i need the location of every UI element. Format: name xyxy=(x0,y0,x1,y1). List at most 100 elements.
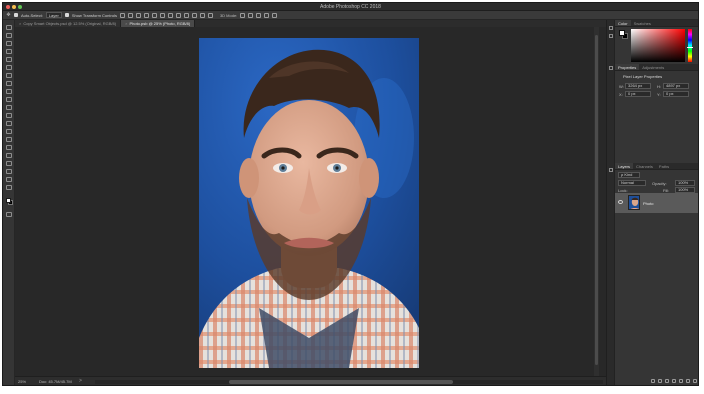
gradient-tool-icon[interactable] xyxy=(6,121,12,126)
horizontal-scroll-thumb[interactable] xyxy=(229,380,453,384)
distribute-left-icon[interactable] xyxy=(191,12,197,18)
move-tool-icon[interactable]: ✥ xyxy=(6,12,11,18)
align-right-icon[interactable] xyxy=(159,12,165,18)
auto-select-checkbox[interactable] xyxy=(14,13,18,17)
opacity-field[interactable]: 100% xyxy=(675,180,695,186)
width-field[interactable]: 3264 px xyxy=(625,83,651,89)
tab-paths[interactable]: Paths xyxy=(656,163,672,169)
layer-filter-row: ρ Kind xyxy=(618,172,698,178)
vertical-scrollbar[interactable] xyxy=(594,27,599,376)
status-menu-arrow[interactable]: > xyxy=(79,378,82,384)
rectangle-tool-icon[interactable] xyxy=(6,169,12,174)
move-tool-icon[interactable] xyxy=(6,25,12,30)
tab-color[interactable]: Color xyxy=(615,20,631,26)
pen-tool-icon[interactable] xyxy=(6,145,12,150)
thumbnail-image xyxy=(629,196,639,209)
blend-mode-dropdown[interactable]: Normal xyxy=(618,180,646,186)
new-group-icon[interactable] xyxy=(679,378,683,383)
align-bottom-icon[interactable] xyxy=(135,12,141,18)
lasso-tool-icon[interactable] xyxy=(6,41,12,46)
align-left-icon[interactable] xyxy=(143,12,149,18)
panel-foreground-color-swatch[interactable] xyxy=(619,30,625,36)
distribute-center-icon[interactable] xyxy=(175,12,181,18)
vertical-scroll-thumb[interactable] xyxy=(595,35,598,365)
collapsed-panel-strip xyxy=(606,20,614,385)
trash-icon[interactable] xyxy=(693,378,697,383)
dodge-tool-icon[interactable] xyxy=(6,137,12,142)
tab-layers[interactable]: Layers xyxy=(615,163,634,169)
brush-settings-icon[interactable] xyxy=(609,34,613,38)
close-icon[interactable]: × xyxy=(125,20,127,27)
history-panel-icon[interactable] xyxy=(609,26,613,30)
align-vertical-center-icon[interactable] xyxy=(127,12,133,18)
hand-tool-icon[interactable] xyxy=(6,177,12,182)
clone-stamp-tool-icon[interactable] xyxy=(6,97,12,102)
properties-panel-tabs: Properties Adjustments xyxy=(615,64,698,71)
color-panel-tabs: Color Swatches xyxy=(615,20,698,27)
window-title: Adobe Photoshop CC 2018 xyxy=(320,4,381,10)
auto-select-dropdown[interactable]: Layer xyxy=(45,12,62,18)
tab-photo[interactable]: × Photo.psb @ 25% (Photo, RGB/8) xyxy=(121,20,196,27)
hue-slider-handle[interactable] xyxy=(687,47,693,48)
portrait-photo[interactable] xyxy=(199,38,419,368)
layer-row-photo[interactable]: Photo xyxy=(615,193,698,213)
add-mask-icon[interactable] xyxy=(665,378,669,383)
path-selection-tool-icon[interactable] xyxy=(6,161,12,166)
quick-select-tool-icon[interactable] xyxy=(6,49,12,54)
show-transform-label: Show Transform Controls xyxy=(71,12,117,18)
distribute-hcenter-icon[interactable] xyxy=(199,12,205,18)
tab-adjustments[interactable]: Adjustments xyxy=(639,64,667,70)
adjustment-layer-icon[interactable] xyxy=(672,378,676,383)
marquee-tool-icon[interactable] xyxy=(6,33,12,38)
height-field[interactable]: 4897 px xyxy=(663,83,689,89)
align-horizontal-center-icon[interactable] xyxy=(151,12,157,18)
quick-mask-icon[interactable] xyxy=(6,212,12,217)
foreground-color-swatch[interactable] xyxy=(6,198,11,203)
horizontal-scrollbar[interactable] xyxy=(95,380,603,384)
hue-slider[interactable] xyxy=(688,29,692,62)
x-field[interactable]: 0 px xyxy=(625,91,651,97)
distribute-bottom-icon[interactable] xyxy=(183,12,189,18)
color-picker-field[interactable] xyxy=(631,29,685,62)
tab-properties[interactable]: Properties xyxy=(615,64,640,70)
3d-pan-icon[interactable] xyxy=(256,12,262,18)
tab-swatches[interactable]: Swatches xyxy=(631,20,654,26)
3d-scale-icon[interactable] xyxy=(272,12,278,18)
distribute-right-icon[interactable] xyxy=(207,12,213,18)
zoom-level[interactable]: 25% xyxy=(18,379,26,384)
layer-kind-filter[interactable]: ρ Kind xyxy=(618,172,640,178)
distribute-top-icon[interactable] xyxy=(167,12,173,18)
close-icon[interactable]: × xyxy=(19,20,21,27)
layer-name: Photo xyxy=(643,201,654,206)
frame-tool-icon[interactable] xyxy=(6,65,12,70)
photoshop-window: Adobe Photoshop CC 2018 ✥ Auto-Select: L… xyxy=(2,2,699,386)
healing-brush-tool-icon[interactable] xyxy=(6,81,12,86)
y-field[interactable]: 0 px xyxy=(663,91,689,97)
layers-footer xyxy=(615,376,698,385)
crop-tool-icon[interactable] xyxy=(6,57,12,62)
title-bar: Adobe Photoshop CC 2018 xyxy=(3,3,698,11)
3d-roll-icon[interactable] xyxy=(248,12,254,18)
eye-icon[interactable] xyxy=(618,200,623,204)
opacity-label: Opacity: xyxy=(652,181,667,186)
blur-tool-icon[interactable] xyxy=(6,129,12,134)
tab-copy-smart-objects[interactable]: × Copy Smart Objects.psd @ 12.5% (Origin… xyxy=(15,20,122,27)
show-transform-checkbox[interactable] xyxy=(64,13,69,17)
link-layers-icon[interactable] xyxy=(651,378,655,383)
eyedropper-tool-icon[interactable] xyxy=(6,73,12,78)
align-top-icon[interactable] xyxy=(119,12,125,18)
history-brush-tool-icon[interactable] xyxy=(6,105,12,110)
libraries-icon[interactable] xyxy=(609,66,613,70)
3d-orbit-icon[interactable] xyxy=(240,12,246,18)
type-tool-icon[interactable] xyxy=(6,153,12,158)
paragraph-icon[interactable] xyxy=(609,168,613,172)
y-label: Y: xyxy=(657,92,661,97)
document-canvas-area[interactable] xyxy=(15,27,606,376)
3d-slide-icon[interactable] xyxy=(264,12,270,18)
new-layer-icon[interactable] xyxy=(686,378,690,383)
tab-channels[interactable]: Channels xyxy=(633,163,656,169)
brush-tool-icon[interactable] xyxy=(6,89,12,94)
zoom-tool-icon[interactable] xyxy=(6,185,12,190)
eraser-tool-icon[interactable] xyxy=(6,113,12,118)
layer-style-icon[interactable] xyxy=(658,378,662,383)
